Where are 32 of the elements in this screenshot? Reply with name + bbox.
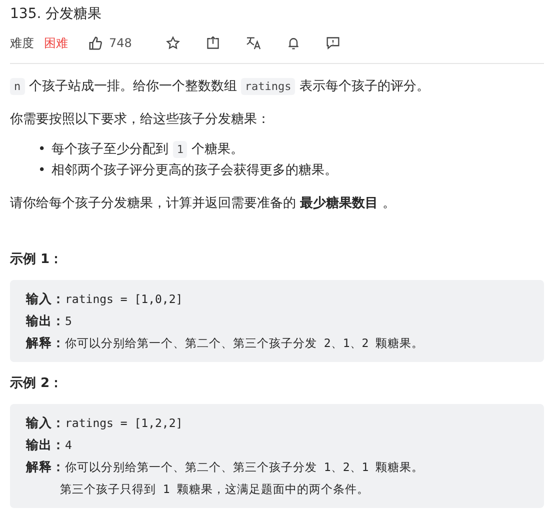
field-value: ratings = [1,0,2] [65, 292, 183, 306]
description-paragraph: 你需要按照以下要求，给这些孩子分发糖果： [10, 111, 271, 129]
feedback-icon[interactable] [326, 36, 340, 50]
field-value: 你可以分别给第一个、第二个、第三个孩子分发 2、1、2 颗糖果。 [65, 336, 424, 350]
description-paragraph: 请你给每个孩子分发糖果，计算并返回需要准备的 最少糖果数目 。 [10, 194, 396, 213]
field-value: 5 [65, 314, 72, 328]
like-button[interactable]: 748 [88, 36, 132, 50]
requirement-item: 每个孩子至少分配到 1 个糖果。 [52, 140, 244, 160]
field-label: 输出： [26, 313, 65, 328]
field-label: 输入： [26, 291, 65, 306]
field-label: 解释： [26, 459, 65, 474]
difficulty-label: 难度 [10, 34, 34, 52]
requirement-item: 相邻两个孩子评分更高的孩子会获得更多的糖果。 [52, 162, 338, 180]
description-paragraph: n 个孩子站成一排。给你一个整数数组 ratings 表示每个孩子的评分。 [10, 77, 544, 97]
problem-title: 135. 分发糖果 [10, 5, 103, 23]
field-label: 解释： [26, 335, 65, 350]
field-label: 输入： [26, 415, 65, 430]
bell-icon[interactable] [286, 36, 300, 50]
bullet-marker: • [38, 141, 46, 159]
star-icon[interactable] [166, 36, 180, 50]
example-heading: 示例 1： [10, 251, 64, 269]
example-heading: 示例 2： [10, 375, 64, 393]
difficulty-tag: 困难 [44, 34, 68, 52]
field-value: ratings = [1,2,2] [65, 416, 183, 430]
field-value: 你可以分别给第一个、第二个、第三个孩子分发 1、2、1 颗糖果。 [65, 460, 424, 474]
field-value: 第三个孩子只得到 1 颗糖果，这满足题面中的两个条件。 [60, 482, 369, 496]
share-icon[interactable] [206, 36, 220, 50]
field-label: 输出： [26, 437, 65, 452]
translate-icon[interactable] [246, 36, 261, 50]
thumbs-up-icon [88, 36, 103, 50]
field-value: 4 [65, 438, 72, 452]
bullet-marker: • [38, 162, 46, 180]
